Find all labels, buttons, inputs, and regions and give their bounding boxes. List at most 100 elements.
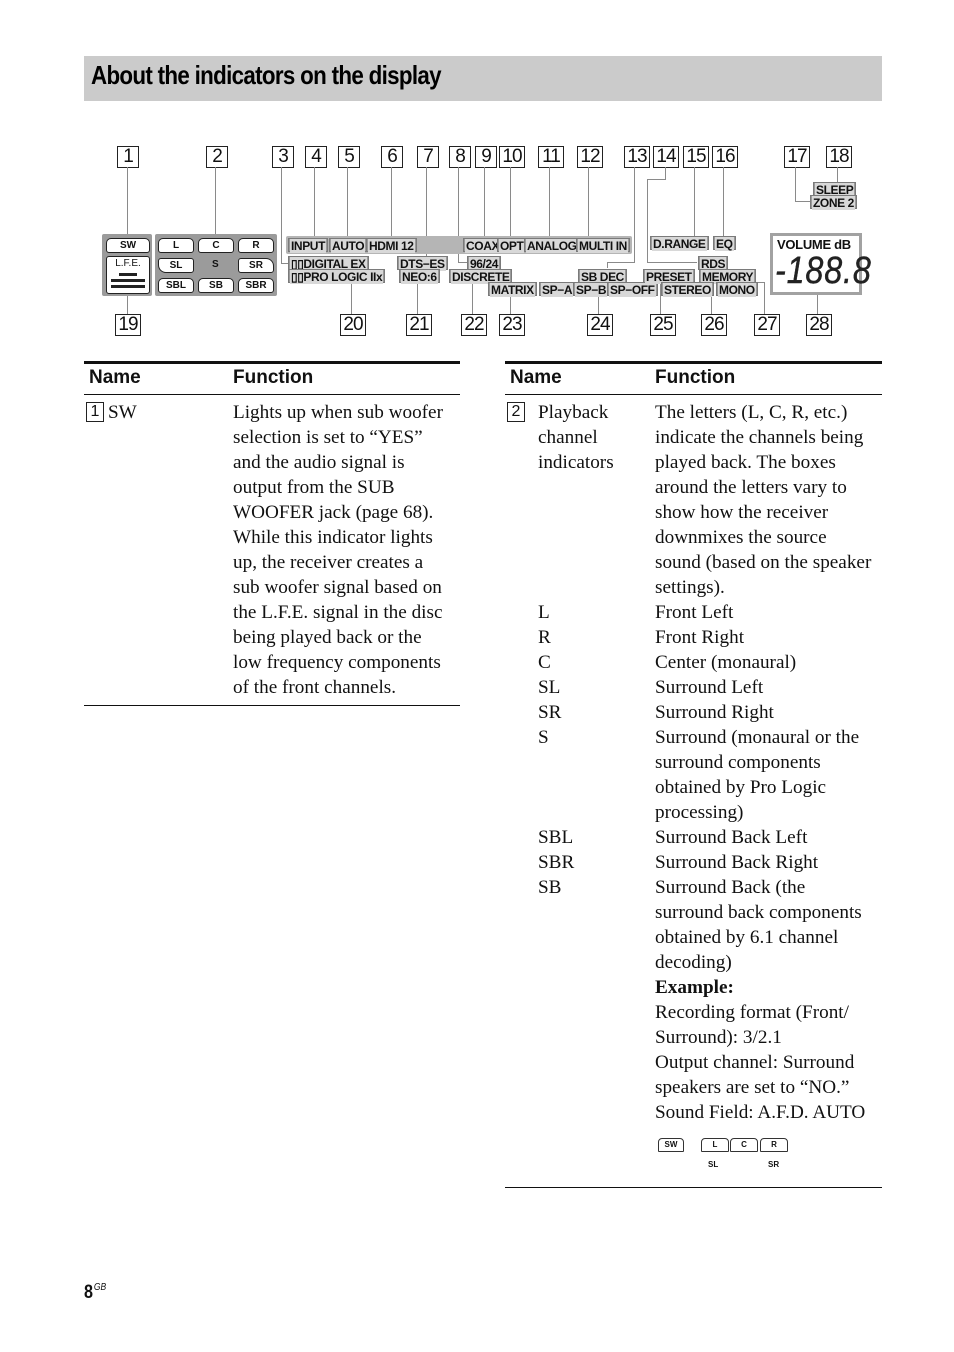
multi-in-indicator: MULTI IN [576,238,630,253]
channel-description-line: decoding) [655,952,732,973]
channel-description: Front Right [655,625,744,650]
channel-description-line: Front Right [655,627,745,648]
lfe-level-bar [111,285,145,288]
channel-description-line: Surround Back Left [655,827,808,848]
callout-20: 20 [340,314,366,336]
left-table: Name Function 1 SW Lights up when sub woo… [84,361,460,707]
mini-l: L [701,1138,729,1152]
leader-line [837,167,838,183]
lfe-level-bar [111,279,145,282]
leader-line [795,167,796,202]
leader-line [647,262,697,263]
row-function: Lights up when sub woofer selection is se… [233,400,443,700]
leader-line [510,167,511,238]
name-text-line: Playback [538,402,609,423]
channel-s: S [212,259,219,270]
sleep-indicator: SLEEP [813,182,857,197]
row-function: The letters (L, C, R, etc.) indicate the … [655,400,871,600]
function-text-line: up, the receiver creates a [233,552,424,573]
table-bottom-rule [84,705,460,706]
function-text-line: low frequency components [233,652,441,673]
leader-line [484,167,485,238]
leader-line [588,167,589,238]
leader-line [757,282,765,283]
callout-11: 11 [538,146,564,168]
leader-line [549,167,550,238]
function-text-line: and the audio signal is [233,452,405,473]
function-text-line: downmixes the source [655,527,827,548]
page-number-suffix: GB [93,1282,107,1293]
channel-description: Surround (monaural or the surround compon… [655,725,859,825]
channel-description: Surround Right [655,700,774,725]
channel-r: R [238,238,274,253]
function-text-line: around the letters vary to [655,477,847,498]
callout-4: 4 [305,146,327,168]
item-number: 2 [507,402,525,422]
zone2-indicator: ZONE 2 [810,195,857,210]
channel-description: Front Left [655,600,733,625]
example-block: Example: Recording format (Front/Surroun… [655,975,865,1125]
function-text-line: WOOFER jack (page 68). [233,502,434,523]
table-top-rule [505,361,882,364]
item-number: 1 [86,402,104,422]
mono-indicator: MONO [716,282,758,297]
leader-line [711,294,712,314]
name-text-line: indicators [538,452,614,473]
channel-description-line: Surround Back Right [655,852,819,873]
channel-description-line: processing) [655,802,744,823]
function-text-line: being played back or the [233,627,422,648]
mini-sw: SW [658,1138,684,1152]
page-number: 8GB [84,1282,106,1304]
channel-description-line: Front Left [655,602,734,623]
callout-27: 27 [754,314,780,336]
leader-line [607,262,608,268]
channel-description: Surround Left [655,675,763,700]
item-number-cell: 2 [507,400,529,425]
channel-name: L [538,602,550,623]
sw-indicator: SW [106,238,150,253]
function-text-line: selection is set to “YES” [233,427,423,448]
d-range-indicator: D.RANGE [650,236,709,251]
callout-5: 5 [338,146,360,168]
leader-line [694,167,695,237]
callout-7: 7 [417,146,439,168]
mini-c: C [730,1138,758,1152]
table-top-rule [84,361,460,364]
hdmi-indicator: HDMI 12 [366,238,417,253]
stereo-indicator: STEREO [661,282,714,297]
header-function: Function [233,367,314,388]
leader-line [458,262,467,263]
pro-logic-indicator: ▯▯PRO LOGIC IIx [288,269,386,284]
channel-name: SB [538,877,562,898]
example-text-line: speakers are set to “NO.” [655,1077,850,1098]
leader-line [647,179,666,180]
leader-line [723,167,724,237]
channel-description-line: surround back components [655,902,862,923]
function-text-line: Lights up when sub woofer [233,402,443,423]
leader-line [634,167,635,262]
opt-indicator: OPT [497,238,527,253]
digital-ex-indicator: ▯▯DIGITAL EX [288,256,369,271]
leader-line [795,201,810,202]
leader-line [215,167,216,235]
channel-name: R [538,627,551,648]
example-text-line: Recording format (Front/ [655,1002,849,1023]
leader-line [127,167,128,235]
dts-es-indicator: DTS−ES [397,256,448,271]
rate-96-24-indicator: 96/24 [467,256,502,271]
channel-sl: SL [158,258,194,273]
callout-15: 15 [683,146,709,168]
name-text-line: channel [538,427,598,448]
header-function: Function [655,367,736,388]
leader-line [647,179,648,263]
channel-name: S [538,727,549,748]
matrix-indicator: MATRIX [488,282,537,297]
auto-indicator: AUTO [329,238,368,253]
header-rule [84,394,460,395]
channel-description-line: Surround Left [655,677,764,698]
eq-indicator: EQ [713,236,736,251]
channel-sbl: SBL [158,278,194,293]
leader-line [665,167,666,179]
function-text-line: output from the SUB [233,477,395,498]
right-table: Name Function 2 Playback channel indicator… [505,361,882,1191]
